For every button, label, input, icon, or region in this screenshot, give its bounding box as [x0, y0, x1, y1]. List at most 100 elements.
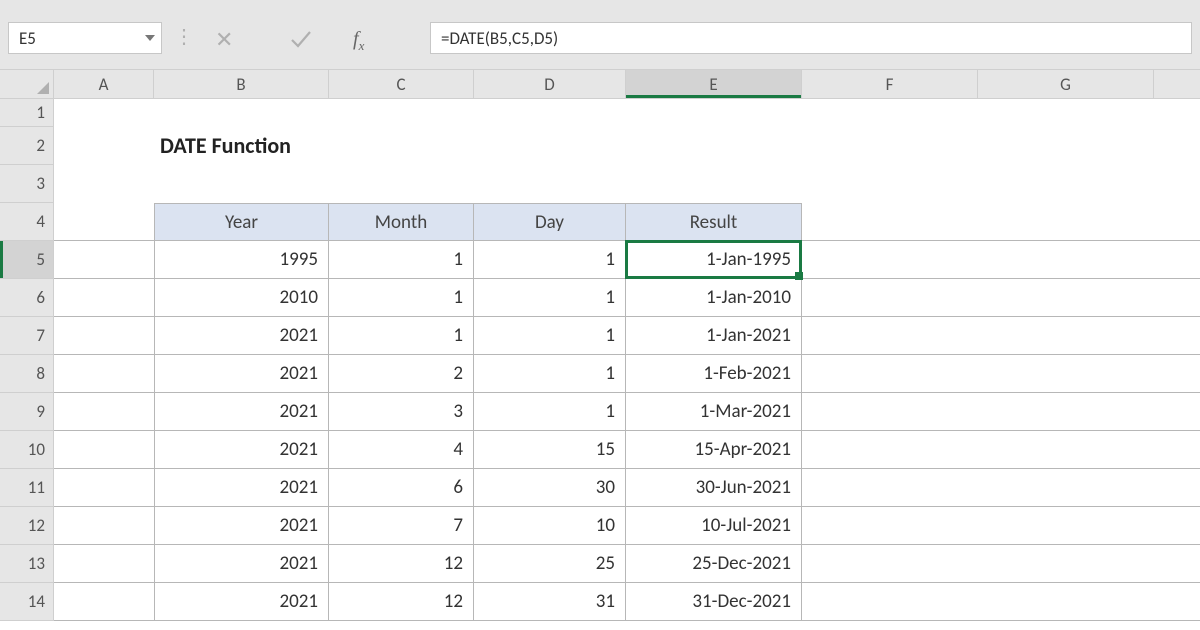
cell-day[interactable]: 10	[474, 507, 626, 544]
cell[interactable]	[978, 317, 1154, 354]
cell[interactable]	[329, 127, 474, 164]
name-box[interactable]: E5	[8, 22, 162, 54]
cell[interactable]	[626, 99, 802, 126]
cell-year[interactable]: 2010	[154, 279, 329, 316]
col-header-year[interactable]: Year	[154, 203, 329, 240]
cell-month[interactable]: 12	[329, 545, 474, 582]
cell-day[interactable]: 31	[474, 583, 626, 620]
cell[interactable]	[802, 393, 978, 430]
cell-result[interactable]: 1-Jan-2021	[626, 317, 802, 354]
cell[interactable]	[802, 241, 978, 278]
cell-month[interactable]: 12	[329, 583, 474, 620]
col-header-e[interactable]: E	[626, 70, 802, 98]
cell[interactable]	[54, 241, 154, 278]
cell-result[interactable]: 25-Dec-2021	[626, 545, 802, 582]
cell-month[interactable]: 1	[329, 241, 474, 278]
cell[interactable]	[54, 165, 154, 202]
cell[interactable]	[802, 165, 978, 202]
cell[interactable]	[54, 507, 154, 544]
cell-month[interactable]: 7	[329, 507, 474, 544]
select-all-corner[interactable]	[0, 70, 54, 99]
row-header[interactable]: 11	[0, 469, 53, 507]
cell-result[interactable]: 15-Apr-2021	[626, 431, 802, 468]
row-header[interactable]: 7	[0, 317, 53, 355]
cell-month[interactable]: 6	[329, 469, 474, 506]
cell-result[interactable]: 30-Jun-2021	[626, 469, 802, 506]
cell[interactable]	[802, 545, 978, 582]
cell-day[interactable]: 1	[474, 241, 626, 278]
cell-month[interactable]: 4	[329, 431, 474, 468]
cell-month[interactable]: 3	[329, 393, 474, 430]
cell[interactable]	[54, 99, 154, 126]
cell[interactable]	[802, 355, 978, 392]
cell[interactable]	[978, 507, 1154, 544]
cell-result[interactable]: 10-Jul-2021	[626, 507, 802, 544]
cell-year[interactable]: 2021	[154, 317, 329, 354]
cell-year[interactable]: 1995	[154, 241, 329, 278]
cell[interactable]	[54, 583, 154, 620]
cell-day[interactable]: 30	[474, 469, 626, 506]
col-header-b[interactable]: B	[154, 70, 329, 98]
cell[interactable]	[978, 583, 1154, 620]
cell[interactable]	[54, 279, 154, 316]
cell[interactable]	[802, 469, 978, 506]
cell-month[interactable]: 2	[329, 355, 474, 392]
cell[interactable]	[154, 165, 329, 202]
cell[interactable]	[802, 431, 978, 468]
cell[interactable]	[54, 545, 154, 582]
cell-year[interactable]: 2021	[154, 393, 329, 430]
col-header-c[interactable]: C	[329, 70, 474, 98]
cell[interactable]	[54, 317, 154, 354]
cell-day[interactable]: 1	[474, 355, 626, 392]
cell[interactable]	[978, 203, 1154, 240]
row-header[interactable]: 2	[0, 127, 53, 165]
cell[interactable]	[54, 355, 154, 392]
cell[interactable]	[54, 127, 154, 164]
formula-input[interactable]: =DATE(B5,C5,D5)	[430, 22, 1192, 54]
cell[interactable]	[978, 165, 1154, 202]
cell[interactable]	[54, 431, 154, 468]
row-header[interactable]: 9	[0, 393, 53, 431]
cell[interactable]	[54, 203, 154, 240]
cell[interactable]	[978, 393, 1154, 430]
cell-day[interactable]: 1	[474, 393, 626, 430]
cell[interactable]	[802, 507, 978, 544]
cell-result[interactable]: 1-Feb-2021	[626, 355, 802, 392]
cell-year[interactable]: 2021	[154, 507, 329, 544]
cell-year[interactable]: 2021	[154, 545, 329, 582]
cell[interactable]	[978, 469, 1154, 506]
cell[interactable]	[978, 355, 1154, 392]
row-header[interactable]: 14	[0, 583, 53, 621]
row-header[interactable]: 10	[0, 431, 53, 469]
cell[interactable]	[978, 99, 1154, 126]
cell[interactable]	[802, 99, 978, 126]
col-header-g[interactable]: G	[978, 70, 1154, 98]
cell[interactable]	[802, 583, 978, 620]
cell[interactable]	[474, 99, 626, 126]
cell-result[interactable]: 1-Jan-1995	[626, 241, 802, 278]
cell[interactable]	[474, 165, 626, 202]
cell-year[interactable]: 2021	[154, 355, 329, 392]
cell[interactable]	[978, 431, 1154, 468]
cell-day[interactable]: 1	[474, 317, 626, 354]
cell[interactable]	[978, 127, 1154, 164]
cell[interactable]	[802, 203, 978, 240]
page-title[interactable]: DATE Function	[154, 127, 329, 164]
cell-result[interactable]: 1-Jan-2010	[626, 279, 802, 316]
cancel-icon[interactable]: ✕	[215, 26, 233, 53]
cell-year[interactable]: 2021	[154, 469, 329, 506]
enter-icon[interactable]	[290, 30, 312, 53]
cell[interactable]	[978, 545, 1154, 582]
row-header[interactable]: 3	[0, 165, 53, 203]
col-header-d[interactable]: D	[474, 70, 626, 98]
cell[interactable]	[54, 469, 154, 506]
cell[interactable]	[802, 317, 978, 354]
row-header[interactable]: 6	[0, 279, 53, 317]
cell[interactable]	[329, 165, 474, 202]
cell[interactable]	[978, 241, 1154, 278]
cell-day[interactable]: 15	[474, 431, 626, 468]
row-header[interactable]: 12	[0, 507, 53, 545]
cell-result[interactable]: 31-Dec-2021	[626, 583, 802, 620]
cell-year[interactable]: 2021	[154, 431, 329, 468]
cell[interactable]	[626, 165, 802, 202]
